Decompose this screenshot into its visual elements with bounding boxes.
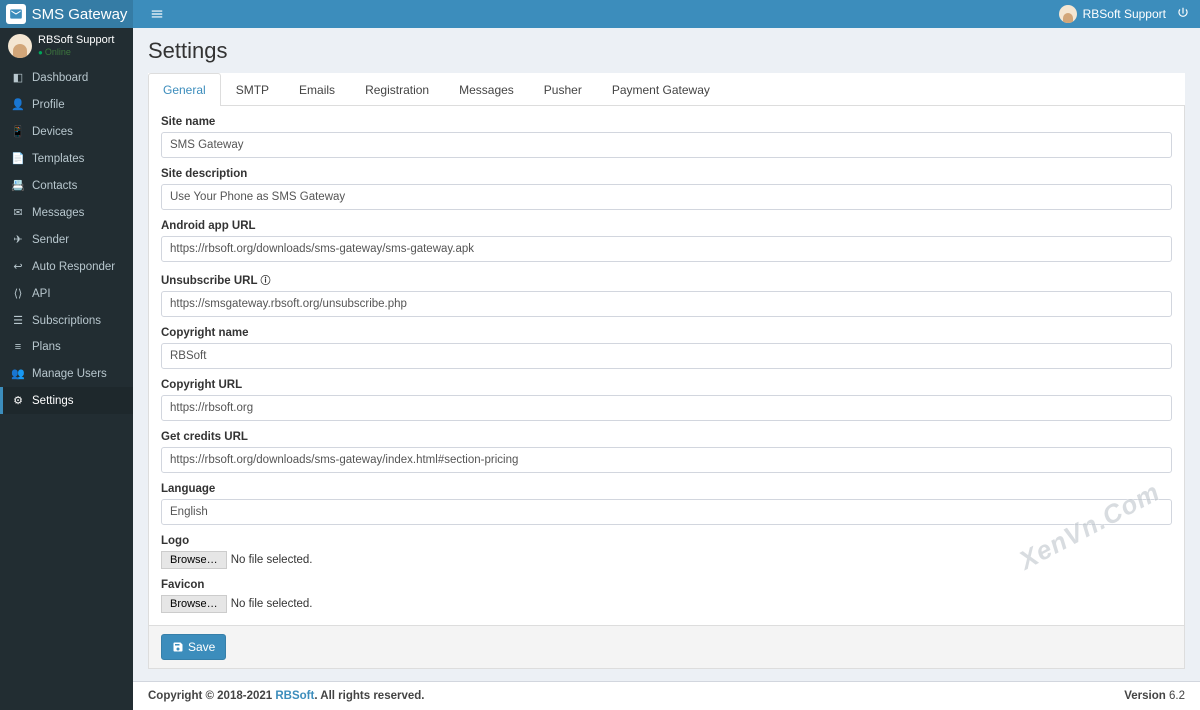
content-wrapper: Settings General SMTP Emails Registratio… (133, 28, 1200, 710)
tab-smtp[interactable]: SMTP (221, 73, 284, 106)
label-unsubscribe-url: Unsubscribe URL ⓘ (161, 272, 1172, 287)
main-header: SMS Gateway RBSoft Support (0, 0, 1200, 28)
sidebar-item-auto-responder[interactable]: ↩Auto Responder (0, 253, 133, 280)
dashboard-icon: ◧ (10, 71, 26, 84)
mail-icon (6, 4, 26, 24)
footer-version: 6.2 (1169, 690, 1185, 702)
logo-browse-button[interactable]: Browse… (161, 551, 227, 569)
signout-button[interactable] (1176, 6, 1190, 23)
android-app-url-input[interactable] (161, 236, 1172, 262)
brand-logo[interactable]: SMS Gateway (0, 0, 133, 28)
address-book-icon: 📇 (10, 179, 26, 192)
language-select[interactable] (161, 499, 1172, 525)
sidebar-toggle[interactable] (143, 0, 171, 28)
copyright-name-input[interactable] (161, 343, 1172, 369)
sidebar-user-status: ●Online (38, 47, 114, 58)
label-site-name: Site name (161, 116, 1172, 128)
get-credits-url-input[interactable] (161, 447, 1172, 473)
main-footer: Copyright © 2018-2021 RBSoft. All rights… (133, 681, 1200, 710)
footer-copyright-suffix: . All rights reserved. (314, 690, 424, 702)
footer-copyright-link[interactable]: RBSoft (275, 690, 314, 702)
tab-pusher[interactable]: Pusher (529, 73, 597, 106)
sidebar-item-sender[interactable]: ✈Sender (0, 226, 133, 253)
tab-emails[interactable]: Emails (284, 73, 350, 106)
bars-icon (150, 7, 164, 21)
sidebar-user-name: RBSoft Support (38, 34, 114, 47)
users-icon: 👥 (10, 367, 26, 380)
info-icon[interactable]: ⓘ (260, 276, 270, 287)
rss-icon: ☰ (10, 314, 26, 327)
power-icon (1176, 6, 1190, 20)
label-language: Language (161, 483, 1172, 495)
sidebar-user-panel: RBSoft Support ●Online (0, 28, 133, 64)
sidebar-item-settings[interactable]: ⚙Settings (0, 387, 133, 414)
code-icon: ⟨⟩ (10, 287, 26, 300)
sidebar-item-manage-users[interactable]: 👥Manage Users (0, 360, 133, 387)
settings-tabs: General SMTP Emails Registration Message… (148, 73, 1185, 106)
tab-payment-gateway[interactable]: Payment Gateway (597, 73, 725, 106)
file-icon: 📄 (10, 152, 26, 165)
sidebar-item-api[interactable]: ⟨⟩API (0, 280, 133, 307)
unsubscribe-url-input[interactable] (161, 291, 1172, 317)
list-icon: ≡ (10, 341, 26, 353)
footer-copyright-prefix: Copyright © 2018-2021 (148, 690, 275, 702)
sidebar-item-dashboard[interactable]: ◧Dashboard (0, 64, 133, 91)
label-site-description: Site description (161, 168, 1172, 180)
label-get-credits-url: Get credits URL (161, 431, 1172, 443)
label-copyright-name: Copyright name (161, 327, 1172, 339)
tab-general[interactable]: General (148, 73, 221, 106)
tab-messages[interactable]: Messages (444, 73, 529, 106)
label-favicon: Favicon (161, 579, 1172, 591)
sidebar-item-profile[interactable]: 👤Profile (0, 91, 133, 118)
label-copyright-url: Copyright URL (161, 379, 1172, 391)
favicon-file-status: No file selected. (231, 598, 313, 610)
user-menu[interactable]: RBSoft Support (1059, 5, 1166, 23)
reply-icon: ↩ (10, 260, 26, 273)
sidebar-item-subscriptions[interactable]: ☰Subscriptions (0, 307, 133, 334)
sidebar-item-templates[interactable]: 📄Templates (0, 145, 133, 172)
avatar (8, 34, 32, 58)
sidebar-item-plans[interactable]: ≡Plans (0, 334, 133, 360)
user-icon: 👤 (10, 98, 26, 111)
site-description-input[interactable] (161, 184, 1172, 210)
label-android-app-url: Android app URL (161, 220, 1172, 232)
logo-file-status: No file selected. (231, 554, 313, 566)
gear-icon: ⚙ (10, 394, 26, 407)
sidebar-item-messages[interactable]: ✉Messages (0, 199, 133, 226)
envelope-icon: ✉ (10, 206, 26, 219)
main-sidebar: RBSoft Support ●Online ◧Dashboard 👤Profi… (0, 28, 133, 710)
tab-panel-general: Site name Site description Android app U… (148, 106, 1185, 626)
save-icon (172, 641, 184, 653)
sidebar-item-contacts[interactable]: 📇Contacts (0, 172, 133, 199)
save-button[interactable]: Save (161, 634, 226, 660)
paper-plane-icon: ✈ (10, 233, 26, 246)
sidebar-menu: ◧Dashboard 👤Profile 📱Devices 📄Templates … (0, 64, 133, 414)
top-navbar: RBSoft Support (133, 0, 1200, 28)
footer-version-label: Version (1124, 690, 1166, 702)
copyright-url-input[interactable] (161, 395, 1172, 421)
sidebar-item-devices[interactable]: 📱Devices (0, 118, 133, 145)
label-logo: Logo (161, 535, 1172, 547)
page-title: Settings (148, 38, 1185, 64)
favicon-browse-button[interactable]: Browse… (161, 595, 227, 613)
mobile-icon: 📱 (10, 125, 26, 138)
brand-name: SMS Gateway (32, 6, 128, 23)
tab-registration[interactable]: Registration (350, 73, 444, 106)
status-dot-icon: ● (38, 48, 43, 57)
avatar (1059, 5, 1077, 23)
site-name-input[interactable] (161, 132, 1172, 158)
header-user-name: RBSoft Support (1083, 7, 1166, 21)
